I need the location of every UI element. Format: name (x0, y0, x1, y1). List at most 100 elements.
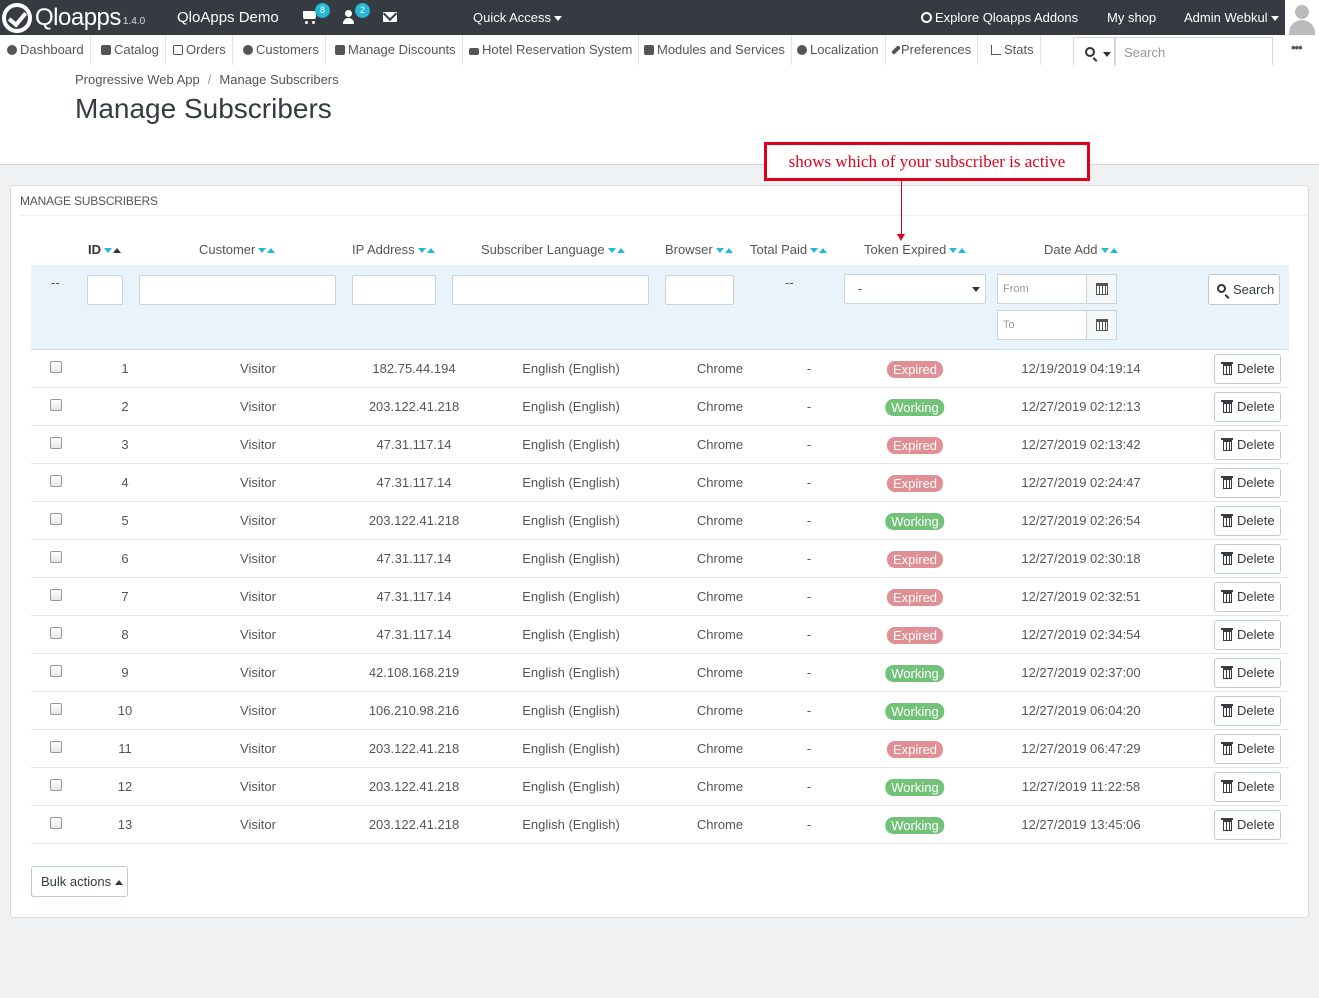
date-from-input[interactable]: From (997, 274, 1087, 304)
search-type-button[interactable] (1073, 37, 1115, 68)
delete-button[interactable]: Delete (1214, 810, 1281, 840)
table-row[interactable]: 1 Visitor 182.75.44.194 English (English) Ch… (31, 350, 1289, 388)
table-row[interactable]: 5 Visitor 203.122.41.218 English (English) C… (31, 502, 1289, 540)
row-checkbox[interactable] (50, 817, 62, 829)
row-checkbox[interactable] (50, 475, 62, 487)
token-expired-select[interactable]: - (844, 274, 986, 304)
delete-button[interactable]: Delete (1214, 430, 1281, 460)
row-checkbox[interactable] (50, 437, 62, 449)
logo[interactable]: Qloapps 1.4.0 (0, 2, 145, 34)
row-checkbox[interactable] (50, 703, 62, 715)
table-row[interactable]: 9 Visitor 42.108.168.219 English (English) C… (31, 654, 1289, 692)
delete-button[interactable]: Delete (1214, 734, 1281, 764)
row-checkbox[interactable] (50, 779, 62, 791)
table-row[interactable]: 4 Visitor 47.31.117.14 English (English) Chr… (31, 464, 1289, 502)
column-header-id[interactable]: ID (88, 241, 121, 257)
sort-icon[interactable] (607, 241, 625, 256)
delete-button[interactable]: Delete (1214, 354, 1281, 384)
delete-label: Delete (1237, 589, 1275, 604)
row-checkbox[interactable] (50, 627, 62, 639)
row-checkbox[interactable] (50, 361, 62, 373)
calendar-icon (1096, 319, 1108, 331)
nav-item-customers[interactable]: Customers (243, 35, 326, 65)
bulk-filter-placeholder: -- (51, 275, 60, 290)
row-checkbox[interactable] (50, 741, 62, 753)
table-row[interactable]: 8 Visitor 47.31.117.14 English (English) Chr… (31, 616, 1289, 654)
total-paid-cell: - (806, 513, 812, 528)
delete-button[interactable]: Delete (1214, 696, 1281, 726)
ip-filter-input[interactable] (352, 275, 436, 305)
nav-item-preferences[interactable]: Preferences (891, 35, 979, 65)
customer-filter-input[interactable] (139, 275, 336, 305)
column-header-date-add[interactable]: Date Add (1044, 241, 1118, 257)
table-row[interactable]: 3 Visitor 47.31.117.14 English (English) Chr… (31, 426, 1289, 464)
filter-search-button[interactable]: Search (1208, 274, 1280, 305)
nav-item-orders[interactable]: Orders (173, 35, 233, 65)
row-checkbox[interactable] (50, 551, 62, 563)
browser-filter-input[interactable] (665, 275, 734, 305)
admin-menu[interactable]: Admin Webkul (1184, 10, 1279, 25)
table-row[interactable]: 6 Visitor 47.31.117.14 English (English) Chr… (31, 540, 1289, 578)
column-header-customer[interactable]: Customer (199, 241, 276, 257)
bulk-actions-button[interactable]: Bulk actions (31, 866, 128, 897)
column-header-ip-address[interactable]: IP Address (352, 241, 435, 257)
delete-label: Delete (1237, 437, 1275, 452)
delete-button[interactable]: Delete (1214, 544, 1281, 574)
avatar[interactable] (1285, 0, 1319, 35)
table-row[interactable]: 2 Visitor 203.122.41.218 English (English) C… (31, 388, 1289, 426)
sort-icon[interactable] (417, 241, 435, 256)
nav-item-localization[interactable]: Localization (797, 35, 886, 65)
row-checkbox[interactable] (50, 399, 62, 411)
delete-button[interactable]: Delete (1214, 620, 1281, 650)
sort-icon[interactable] (1100, 241, 1118, 256)
sort-icon[interactable] (104, 241, 121, 256)
column-label: Customer (199, 242, 256, 257)
envelope-icon[interactable] (383, 12, 397, 22)
delete-button[interactable]: Delete (1214, 658, 1281, 688)
nav-item-catalog[interactable]: Catalog (101, 35, 166, 65)
nav-item-dashboard[interactable]: Dashboard (7, 35, 91, 65)
delete-button[interactable]: Delete (1214, 506, 1281, 536)
date-to-input[interactable]: To (997, 310, 1087, 340)
breadcrumb-parent[interactable]: Progressive Web App (75, 72, 200, 87)
more-options-icon[interactable]: ••• (1291, 40, 1303, 55)
column-header-total-paid[interactable]: Total Paid (750, 241, 828, 257)
explore-addons-link[interactable]: Explore Qloapps Addons (921, 10, 1078, 25)
table-row[interactable]: 10 Visitor 106.210.98.216 English (English)… (31, 692, 1289, 730)
sort-icon[interactable] (949, 241, 967, 256)
table-row[interactable]: 11 Visitor 203.122.41.218 English (English)… (31, 730, 1289, 768)
nav-item-hotel-reservation[interactable]: Hotel Reservation System (469, 35, 640, 65)
row-checkbox[interactable] (50, 589, 62, 601)
delete-button[interactable]: Delete (1214, 772, 1281, 802)
table-row[interactable]: 13 Visitor 203.122.41.218 English (English)… (31, 806, 1289, 844)
nav-item-stats[interactable]: Stats (991, 35, 1041, 65)
column-header-language[interactable]: Subscriber Language (481, 241, 625, 257)
table-row[interactable]: 12 Visitor 203.122.41.218 English (English)… (31, 768, 1289, 806)
delete-button[interactable]: Delete (1214, 392, 1281, 422)
my-shop-link[interactable]: My shop (1107, 10, 1156, 25)
column-header-token-expired[interactable]: Token Expired (864, 241, 967, 257)
quick-access-dropdown[interactable]: Quick Access (473, 10, 563, 25)
row-checkbox[interactable] (50, 665, 62, 677)
nav-item-modules[interactable]: Modules and Services (644, 35, 792, 65)
sort-icon[interactable] (258, 241, 276, 256)
panel-heading: MANAGE SUBSCRIBERS (20, 194, 158, 208)
date-add-cell: 12/27/2019 02:37:00 (1021, 665, 1141, 680)
shop-name-link[interactable]: QloApps Demo (177, 9, 279, 26)
delete-button[interactable]: Delete (1214, 582, 1281, 612)
row-checkbox[interactable] (50, 513, 62, 525)
sort-icon[interactable] (715, 241, 733, 256)
table-row[interactable]: 7 Visitor 47.31.117.14 English (English) Chr… (31, 578, 1289, 616)
language-filter-input[interactable] (452, 275, 649, 305)
date-to-picker-button[interactable] (1086, 310, 1117, 340)
search-input[interactable]: Search (1115, 37, 1273, 68)
nav-item-manage-discounts[interactable]: Manage Discounts (335, 35, 463, 65)
sort-icon[interactable] (810, 241, 828, 256)
id-filter-input[interactable] (87, 275, 123, 305)
chevron-down-icon (554, 16, 563, 22)
bar-chart-icon (991, 45, 1001, 55)
date-from-picker-button[interactable] (1086, 274, 1117, 304)
column-header-browser[interactable]: Browser (665, 241, 733, 257)
delete-button[interactable]: Delete (1214, 468, 1281, 498)
trash-icon (1221, 362, 1233, 375)
